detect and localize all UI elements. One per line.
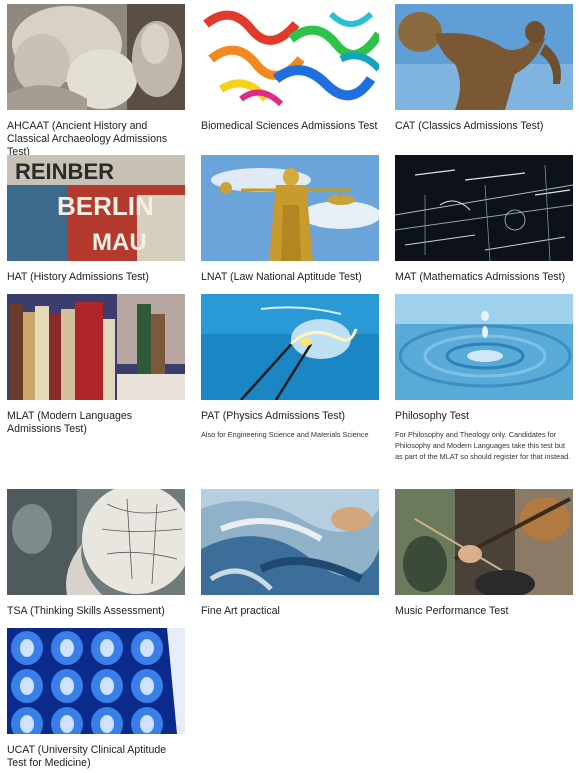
test-title[interactable]: Philosophy Test — [395, 410, 573, 423]
svg-text:REINBER: REINBER — [15, 159, 114, 184]
test-card-mlat[interactable]: MLAT (Modern Languages Admissions Test) — [7, 294, 185, 436]
brain-scan-image[interactable] — [7, 628, 185, 734]
test-title[interactable]: MLAT (Modern Languages Admissions Test) — [7, 410, 185, 436]
test-title[interactable]: Biomedical Sciences Admissions Test — [201, 120, 379, 133]
svg-text:MAU: MAU — [92, 229, 147, 256]
light-bulb-filament-image[interactable] — [201, 294, 379, 400]
test-card-cat[interactable]: CAT (Classics Admissions Test) — [395, 4, 573, 133]
test-description: Also for Engineering Science and Materia… — [201, 430, 369, 439]
test-card-ucat[interactable]: UCAT (University Clinical Aptitude Test … — [7, 628, 185, 770]
protein-structure-image[interactable] — [201, 4, 379, 110]
test-title[interactable]: AHCAAT (Ancient History and Classical Ar… — [7, 120, 185, 159]
test-card-music[interactable]: Music Performance Test — [395, 489, 573, 618]
test-title[interactable]: MAT (Mathematics Admissions Test) — [395, 271, 573, 284]
violin-player-image[interactable] — [395, 489, 573, 595]
water-droplet-ripple-image[interactable] — [395, 294, 573, 400]
chalkboard-equations-image[interactable] — [395, 155, 573, 261]
abstract-painting-image[interactable] — [201, 489, 379, 595]
test-title[interactable]: HAT (History Admissions Test) — [7, 271, 185, 284]
books-on-shelf-image[interactable] — [7, 294, 185, 400]
test-card-tsa[interactable]: TSA (Thinking Skills Assessment) — [7, 489, 185, 618]
test-title[interactable]: TSA (Thinking Skills Assessment) — [7, 605, 185, 618]
test-title[interactable]: UCAT (University Clinical Aptitude Test … — [7, 744, 185, 770]
test-card-ahcaat[interactable]: AHCAAT (Ancient History and Classical Ar… — [7, 4, 185, 159]
test-title[interactable]: PAT (Physics Admissions Test) — [201, 410, 379, 423]
test-title[interactable]: LNAT (Law National Aptitude Test) — [201, 271, 379, 284]
test-title[interactable]: CAT (Classics Admissions Test) — [395, 120, 573, 133]
test-card-philosophy[interactable]: Philosophy Test For Philosophy and Theol… — [395, 294, 573, 462]
test-card-lnat[interactable]: LNAT (Law National Aptitude Test) — [201, 155, 379, 284]
lady-justice-statue-image[interactable] — [201, 155, 379, 261]
test-card-pat[interactable]: PAT (Physics Admissions Test) Also for E… — [201, 294, 379, 440]
test-card-mat[interactable]: MAT (Mathematics Admissions Test) — [395, 155, 573, 284]
phrenology-head-image[interactable] — [7, 489, 185, 595]
test-title[interactable]: Fine Art practical — [201, 605, 379, 618]
test-description: For Philosophy and Theology only. Candid… — [395, 430, 571, 461]
test-card-biomedical[interactable]: Biomedical Sciences Admissions Test — [201, 4, 379, 133]
test-card-hat[interactable]: REINBER BERLIN MAU HAT (History Admissio… — [7, 155, 185, 284]
test-title[interactable]: Music Performance Test — [395, 605, 573, 618]
classical-sculpture-image[interactable] — [7, 4, 185, 110]
discus-thrower-statue-image[interactable] — [395, 4, 573, 110]
svg-text:BERLIN: BERLIN — [57, 191, 154, 221]
berlin-wall-graffiti-image[interactable]: REINBER BERLIN MAU — [7, 155, 185, 261]
test-card-fine-art[interactable]: Fine Art practical — [201, 489, 379, 618]
